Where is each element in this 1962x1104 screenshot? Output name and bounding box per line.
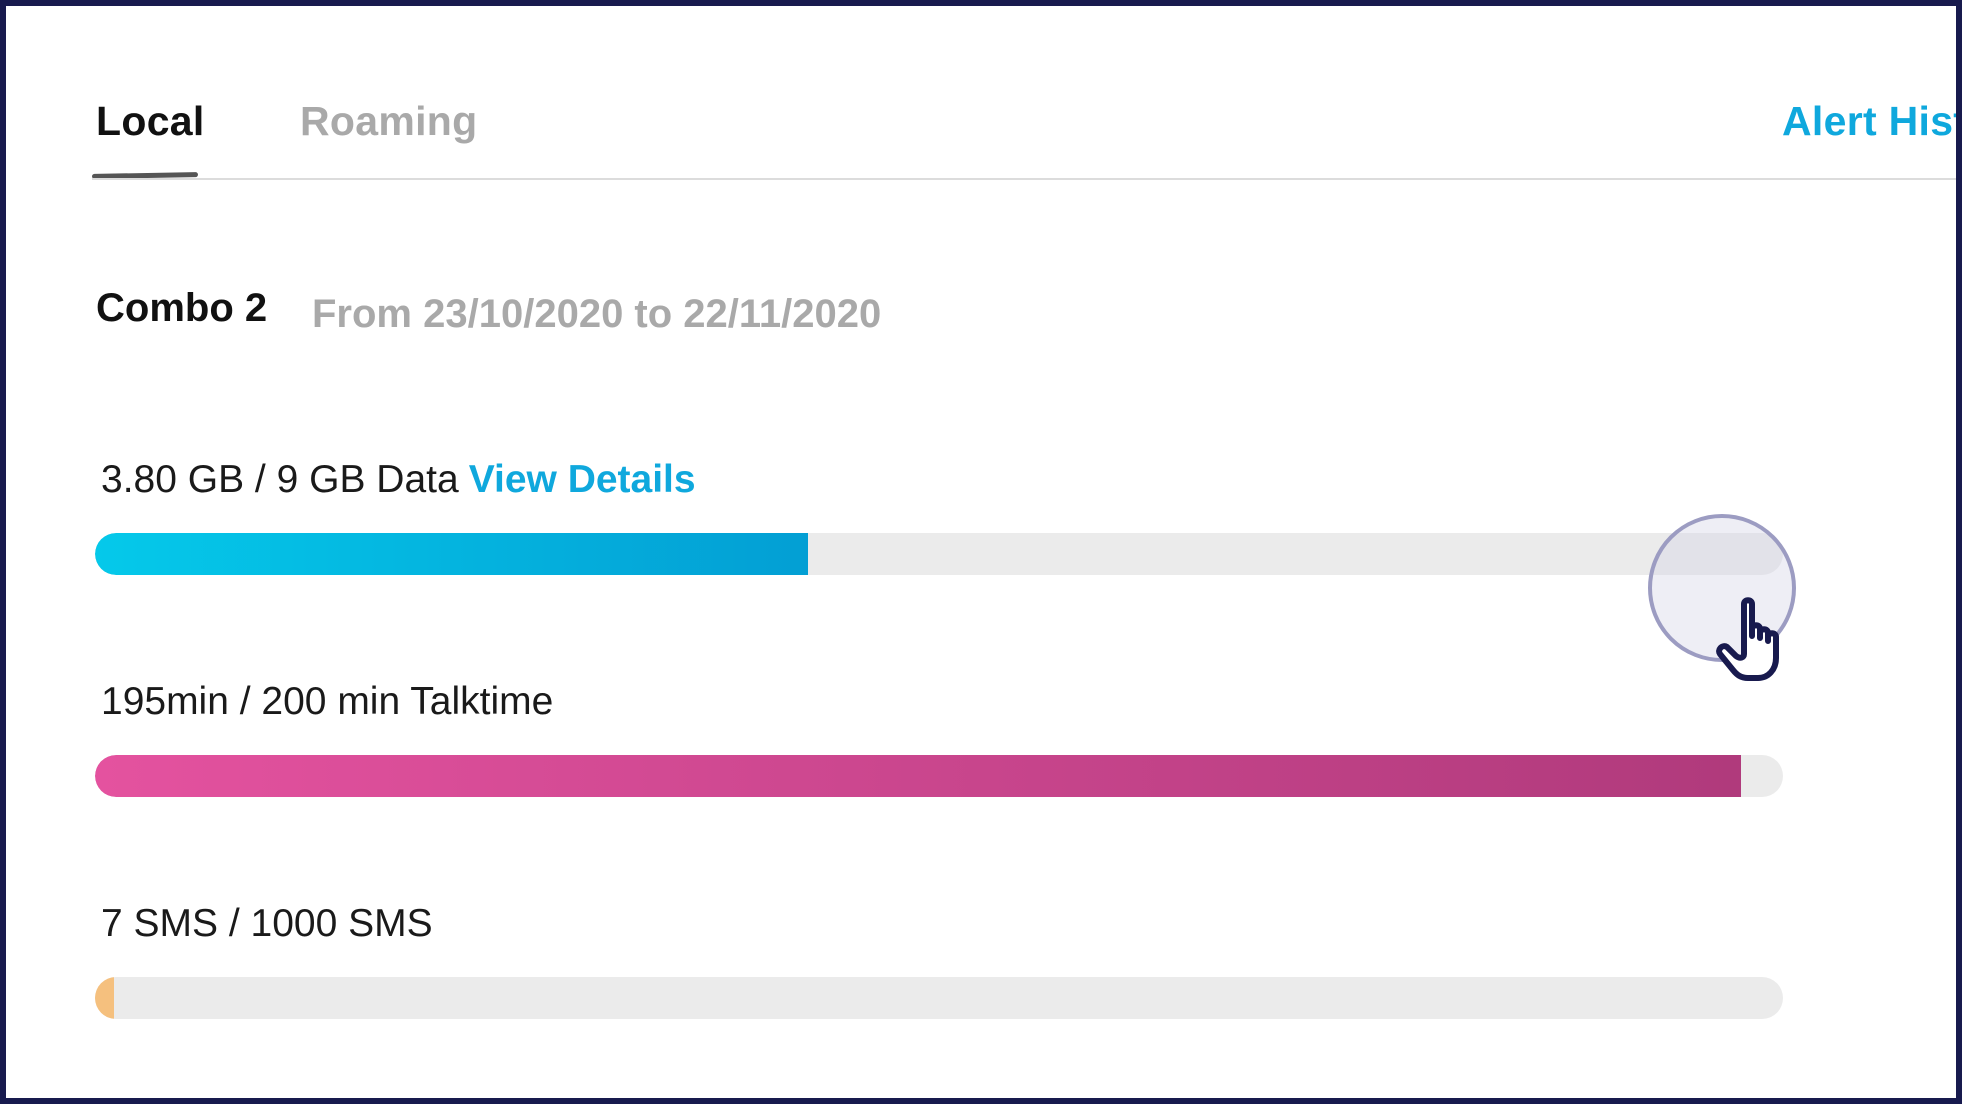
data-usage-text: 3.80 GB / 9 GB Data [101,458,459,501]
sms-usage-label: 7 SMS / 1000 SMS [101,902,433,945]
plan-period: From 23/10/2020 to 22/11/2020 [312,292,882,336]
sms-usage-fill [95,977,114,1019]
view-details-link[interactable]: View Details [469,458,696,501]
talktime-usage-label: 195min / 200 min Talktime [101,680,554,723]
plan-name: Combo 2 [96,286,268,330]
talktime-usage-fill [95,755,1741,797]
data-usage-label: 3.80 GB / 9 GB Data View Details [101,458,696,502]
tab-roaming[interactable]: Roaming [300,98,478,145]
hand-pointer-icon [1716,597,1779,681]
sms-usage-bar [95,977,1783,1019]
tab-bar: Local Roaming Alert Hist [6,6,1956,186]
talktime-usage-bar [95,755,1783,797]
tab-divider [92,178,1956,180]
tab-local[interactable]: Local [96,98,205,145]
alert-history-link[interactable]: Alert Hist [1782,98,1956,145]
app-frame: Local Roaming Alert Hist Combo 2 From 23… [0,0,1962,1104]
data-usage-fill [95,533,808,575]
data-usage-bar [95,533,1783,575]
